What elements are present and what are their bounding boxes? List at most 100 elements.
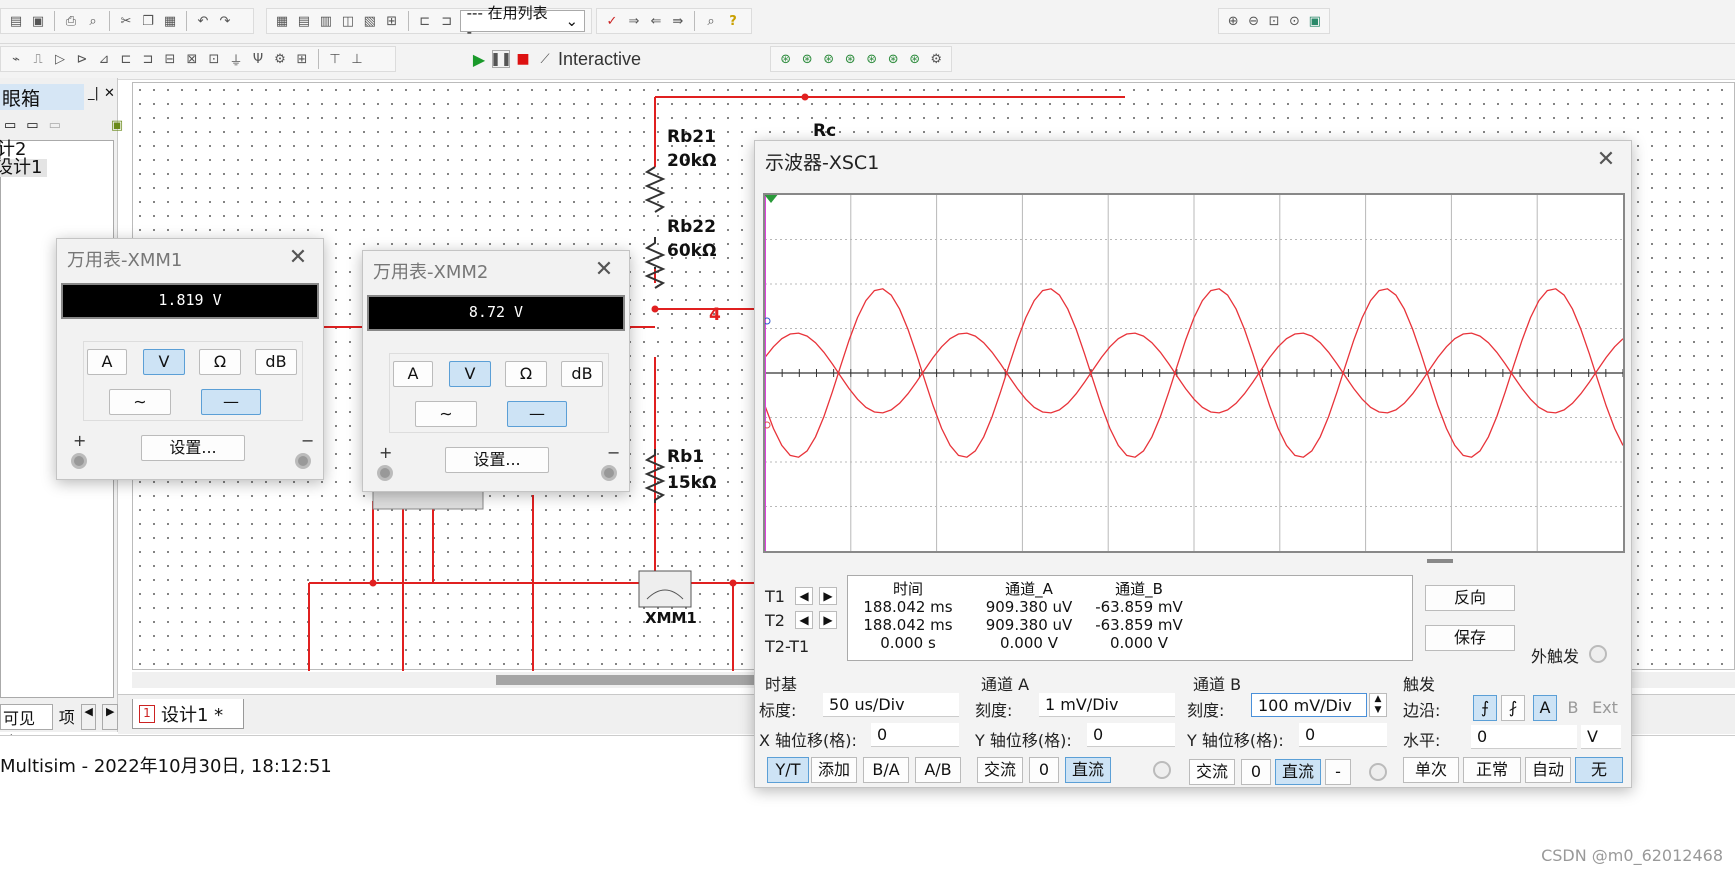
- trigger-source-a[interactable]: A: [1533, 695, 1557, 721]
- rb22-label[interactable]: Rb22: [667, 217, 716, 237]
- stop-icon[interactable]: ■: [514, 50, 532, 68]
- probe-digital-icon[interactable]: ⊛: [906, 50, 924, 68]
- transfer-icon[interactable]: ⇒: [625, 12, 643, 30]
- place-mixed-icon[interactable]: ⊠: [183, 50, 201, 68]
- close-icon[interactable]: ✕: [591, 257, 617, 283]
- trigger-source-b[interactable]: B: [1561, 695, 1585, 721]
- place-transistor-icon[interactable]: ⊳: [73, 50, 91, 68]
- ohmmeter-button[interactable]: Ω: [505, 361, 547, 387]
- in-use-list-combo[interactable]: --- 在用列表 - ⌄: [459, 4, 586, 41]
- find-icon[interactable]: ⌕: [702, 12, 720, 30]
- place-indicator-icon[interactable]: ⊡: [205, 50, 223, 68]
- place-bus-icon[interactable]: ⊤: [326, 50, 344, 68]
- ac-button[interactable]: ∼: [415, 401, 477, 427]
- backannotate-icon[interactable]: ⇐: [647, 12, 665, 30]
- replace-icon[interactable]: ⊐: [438, 12, 456, 30]
- tab-design1[interactable]: 1 设计1 *: [132, 699, 244, 729]
- place-basic-icon[interactable]: ⎍: [29, 50, 47, 68]
- channel-b-terminal[interactable]: [1369, 763, 1387, 781]
- zoom-out-icon[interactable]: ⊖: [1245, 12, 1261, 30]
- cut-icon[interactable]: ✂: [117, 12, 135, 30]
- place-hier-icon[interactable]: ⊥: [348, 50, 366, 68]
- rb1-label[interactable]: Rb1: [667, 447, 704, 467]
- place-power-icon[interactable]: ⏚: [227, 50, 245, 69]
- auto-trigger-button[interactable]: 自动: [1525, 757, 1571, 783]
- ammeter-button[interactable]: A: [87, 349, 127, 375]
- settings-button[interactable]: 设置...: [445, 447, 549, 473]
- zoom-area-icon[interactable]: ⊡: [1266, 12, 1282, 30]
- undo-icon[interactable]: ↶: [194, 12, 212, 30]
- run-icon[interactable]: ▶: [470, 50, 488, 69]
- print-icon[interactable]: ⎙: [62, 12, 80, 30]
- window-title[interactable]: 万用表-XMM1: [57, 239, 323, 279]
- zoom-fit-icon[interactable]: ⊙: [1286, 12, 1302, 30]
- hierarchy-icon[interactable]: ⊞: [383, 12, 401, 30]
- channel-b-scale-field[interactable]: 100 mV/Div: [1251, 693, 1367, 717]
- close-icon[interactable]: ✕: [285, 245, 311, 271]
- ext-trigger-terminal[interactable]: [1589, 645, 1607, 663]
- forward-annotate-icon[interactable]: ⇛: [669, 12, 687, 30]
- timebase-scale-field[interactable]: 50 us/Div: [823, 693, 959, 717]
- place-source-icon[interactable]: ⌁: [7, 50, 25, 68]
- trigger-level-field[interactable]: 0: [1471, 725, 1577, 749]
- place-cmos-icon[interactable]: ⊐: [139, 50, 157, 68]
- channel-a-dc-button[interactable]: 直流: [1065, 757, 1111, 783]
- rc-label[interactable]: Rc: [813, 121, 836, 141]
- properties-icon[interactable]: ▣: [111, 118, 123, 136]
- channel-a-scale-field[interactable]: 1 mV/Div: [1039, 693, 1175, 717]
- trigger-level-unit[interactable]: V: [1581, 725, 1621, 749]
- paste-icon[interactable]: ▦: [161, 12, 179, 30]
- panel-close-icon[interactable]: ✕: [104, 86, 115, 101]
- channel-a-ac-button[interactable]: 交流: [977, 757, 1023, 783]
- grid-view-icon[interactable]: ▦: [273, 12, 291, 30]
- new-subcircuit-icon[interactable]: ⊏: [416, 12, 434, 30]
- plus-terminal[interactable]: [71, 453, 87, 469]
- minus-terminal[interactable]: [295, 453, 311, 469]
- place-rf-icon[interactable]: Ψ: [249, 50, 267, 68]
- probe-icon[interactable]: ⊛: [777, 50, 795, 68]
- save-icon[interactable]: ▣: [29, 12, 47, 30]
- ac-button[interactable]: ∼: [109, 389, 171, 415]
- single-trigger-button[interactable]: 单次: [1403, 757, 1459, 783]
- postprocessor-icon[interactable]: ▧: [361, 12, 379, 30]
- channel-a-terminal[interactable]: [1153, 761, 1171, 779]
- open-design-icon[interactable]: ▭: [26, 118, 38, 136]
- panel-pin-icon[interactable]: _|: [88, 86, 99, 101]
- interactive-icon[interactable]: ⟋: [536, 50, 554, 68]
- sim-mode-label[interactable]: Interactive: [558, 49, 641, 70]
- dc-button[interactable]: —: [507, 401, 567, 427]
- minus-terminal[interactable]: [601, 465, 617, 481]
- erc-icon[interactable]: ✓: [603, 12, 621, 30]
- ohmmeter-button[interactable]: Ω: [199, 349, 241, 375]
- database-icon[interactable]: ▥: [317, 12, 335, 30]
- voltmeter-button[interactable]: V: [143, 349, 185, 375]
- settings-button[interactable]: 设置...: [141, 435, 245, 461]
- none-trigger-button[interactable]: 无: [1575, 757, 1623, 783]
- open-icon[interactable]: ▤: [7, 12, 25, 30]
- t1-left-arrow-icon[interactable]: ◀: [795, 587, 813, 605]
- channel-b-zero-button[interactable]: 0: [1241, 759, 1271, 785]
- rb21-label[interactable]: Rb21: [667, 127, 716, 147]
- probe-current-icon[interactable]: ⊛: [820, 50, 838, 68]
- place-ttl-icon[interactable]: ⊏: [117, 50, 135, 68]
- dc-button[interactable]: —: [201, 389, 261, 415]
- probe-ref-icon[interactable]: ⊛: [885, 50, 903, 68]
- channel-b-dc-button[interactable]: 直流: [1275, 759, 1321, 785]
- spreadsheet-icon[interactable]: ▤: [295, 12, 313, 30]
- window-title[interactable]: 示波器-XSC1: [755, 141, 1631, 181]
- ammeter-button[interactable]: A: [393, 361, 433, 387]
- zoom-in-icon[interactable]: ⊕: [1225, 12, 1241, 30]
- voltmeter-button[interactable]: V: [449, 361, 491, 387]
- help-icon[interactable]: ?: [724, 12, 742, 30]
- print-preview-icon[interactable]: ⌕: [84, 12, 102, 30]
- falling-edge-button[interactable]: ⨏: [1501, 695, 1525, 721]
- normal-trigger-button[interactable]: 正常: [1463, 757, 1521, 783]
- ba-mode-button[interactable]: B/A: [863, 757, 909, 783]
- yt-mode-button[interactable]: Y/T: [767, 757, 809, 783]
- full-screen-icon[interactable]: ▣: [1307, 12, 1323, 30]
- new-design-icon[interactable]: ▭: [4, 118, 16, 136]
- remove-icon[interactable]: ▭: [49, 118, 61, 136]
- reverse-button[interactable]: 反向: [1425, 585, 1515, 611]
- place-misc-icon[interactable]: ⊟: [161, 50, 179, 68]
- resize-grip[interactable]: [1427, 559, 1453, 563]
